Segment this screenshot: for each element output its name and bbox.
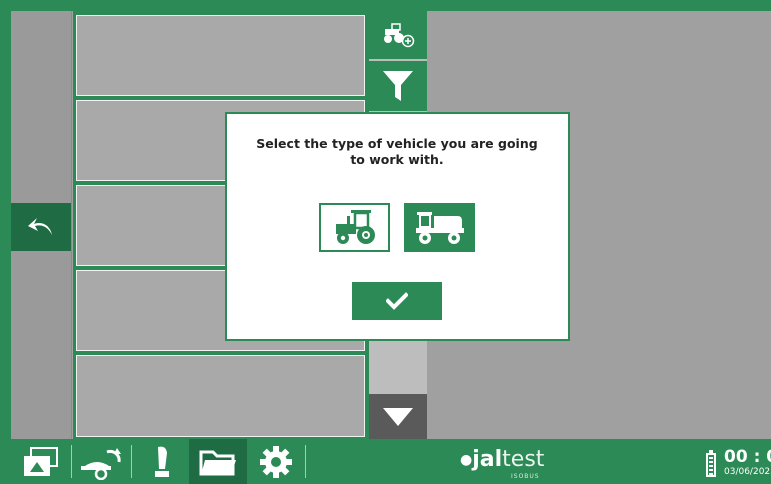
- screen-switch-button[interactable]: [11, 439, 71, 484]
- clock-date: 03/06/2023: [724, 467, 771, 477]
- sprayer-settings-icon: [81, 447, 121, 480]
- tractor-option-button[interactable]: [319, 203, 390, 252]
- brand-subtitle: ISOBUS: [511, 473, 540, 480]
- gear-icon: [260, 445, 292, 478]
- checkmark-icon: [386, 292, 408, 310]
- brand-name-bold: jal: [472, 447, 503, 472]
- add-vehicle-button[interactable]: [369, 11, 427, 59]
- list-item[interactable]: [76, 15, 365, 96]
- brand-name-light: test: [502, 447, 545, 472]
- brand-logo: ●jaltest: [460, 447, 545, 472]
- add-vehicle-icon: [384, 23, 415, 48]
- implement-settings-button[interactable]: [73, 439, 131, 484]
- undo-arrow-icon: [28, 218, 52, 235]
- nav-divider: [305, 445, 306, 478]
- battery-icon: [706, 450, 716, 477]
- vehicle-type-dialog: Select the type of vehicle you are going…: [225, 112, 570, 341]
- sprayer-option-button[interactable]: [404, 203, 475, 252]
- joystick-button[interactable]: [133, 439, 189, 484]
- scroll-down-button[interactable]: [369, 394, 427, 439]
- nav-divider: [131, 445, 132, 478]
- filter-icon: [383, 71, 413, 101]
- files-button[interactable]: [189, 439, 247, 484]
- bottom-nav-bar: ●jaltest ISOBUS 00 : 00 03/06/2023: [0, 439, 771, 484]
- nav-divider: [71, 445, 72, 478]
- dialog-message: Select the type of vehicle you are going…: [256, 136, 538, 167]
- left-sidebar: [11, 11, 72, 439]
- filter-button[interactable]: [369, 61, 427, 111]
- back-button[interactable]: [11, 203, 71, 251]
- screen-up-icon: [24, 446, 58, 476]
- sprayer-icon: [415, 211, 464, 244]
- settings-button[interactable]: [247, 439, 305, 484]
- folder-icon: [199, 450, 236, 475]
- list-item[interactable]: [76, 355, 365, 437]
- scroll-down-icon: [383, 407, 413, 426]
- tractor-icon: [335, 209, 375, 244]
- joystick-icon: [155, 446, 169, 477]
- clock-time: 00 : 00: [724, 447, 771, 467]
- confirm-button[interactable]: [352, 282, 442, 320]
